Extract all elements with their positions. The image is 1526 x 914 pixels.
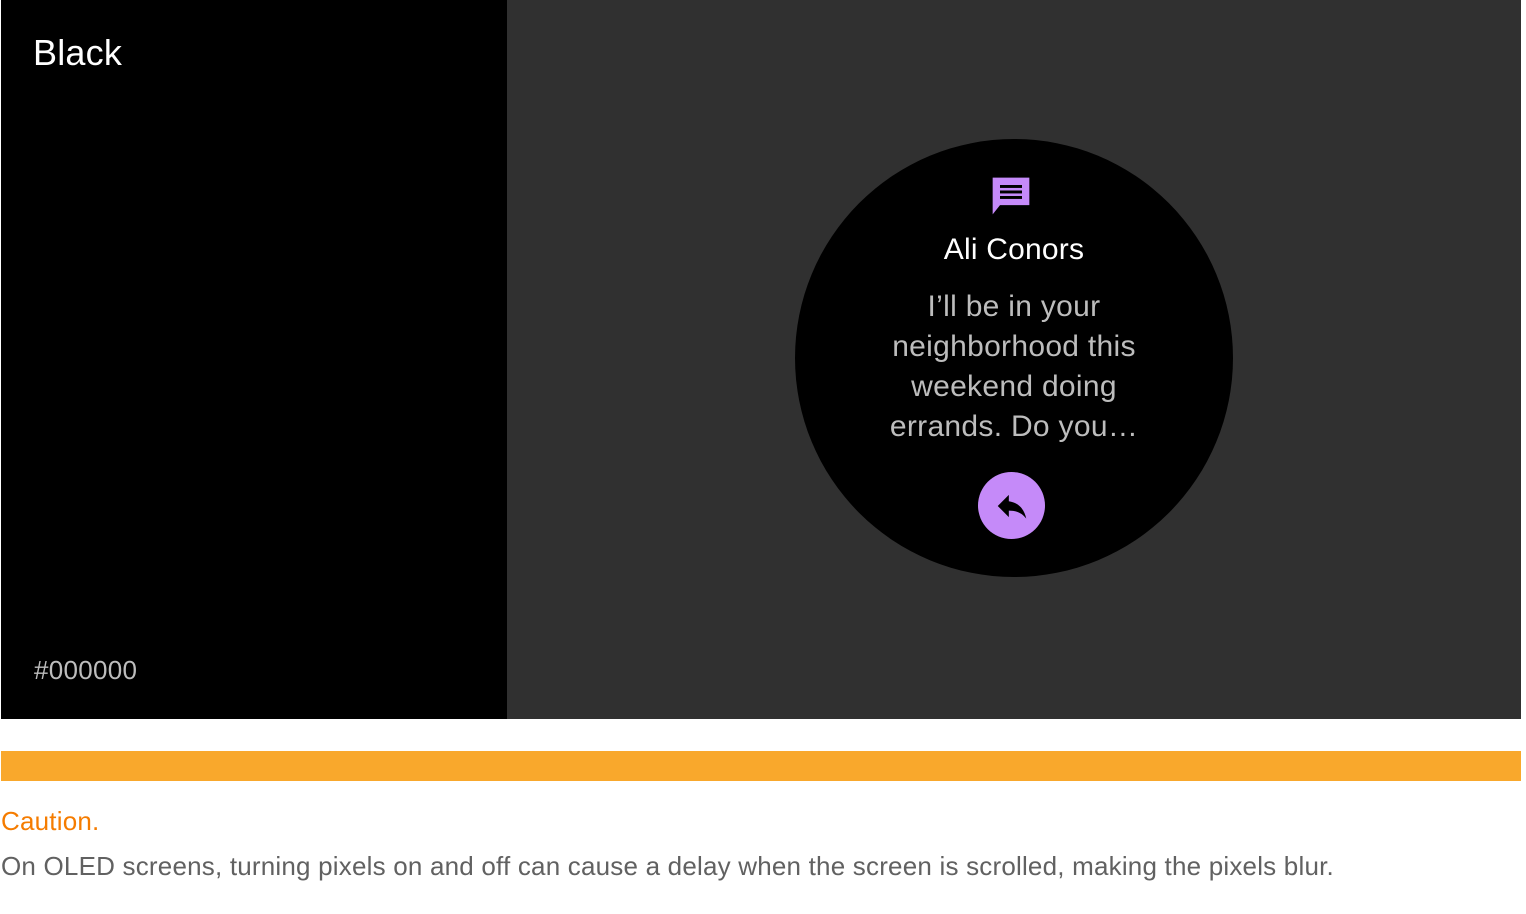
caution-body-text: On OLED screens, turning pixels on and o… bbox=[1, 851, 1334, 881]
color-figure: Black #000000 Ali Conors I’ll be in your… bbox=[1, 0, 1521, 719]
caution-title: Caution. bbox=[1, 806, 100, 836]
caution-bar bbox=[1, 751, 1521, 781]
swatch-name: Black bbox=[33, 32, 123, 73]
watch-face: Ali Conors I’ll be in your neighborhood … bbox=[795, 139, 1233, 577]
message-icon bbox=[992, 177, 1030, 215]
reply-icon bbox=[997, 494, 1026, 519]
sender-name: Ali Conors bbox=[943, 233, 1085, 266]
swatch-hex-code: #000000 bbox=[34, 655, 138, 685]
reply-button[interactable] bbox=[978, 472, 1045, 539]
color-swatch-panel: Black #000000 bbox=[1, 0, 507, 719]
message-preview-text: I’ll be in your neighborhood this weeken… bbox=[889, 290, 1139, 443]
watch-preview-panel: Ali Conors I’ll be in your neighborhood … bbox=[507, 0, 1521, 719]
